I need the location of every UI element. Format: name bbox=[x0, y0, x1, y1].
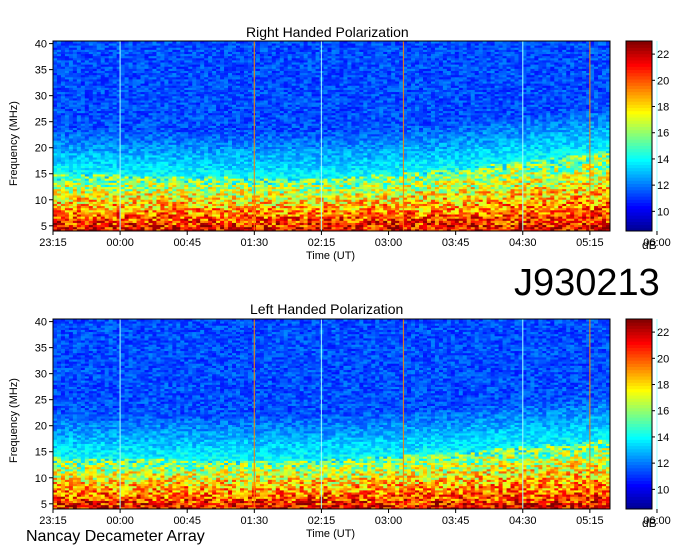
spectrogram-page: 5 10 15 20 25 30 35 40 23:15 00:00 00:45 01:30 02:15… bbox=[0, 0, 680, 552]
spectrogram-0: 51015202530354023:15 00:00 00:45 01:30 02:15… bbox=[35, 39, 680, 249]
